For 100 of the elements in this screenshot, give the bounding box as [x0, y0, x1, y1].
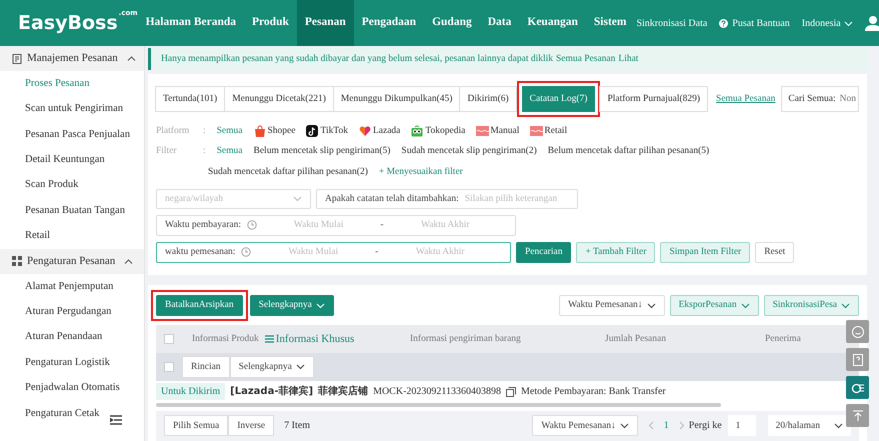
colon: :: [203, 125, 206, 138]
checkbox[interactable]: [164, 334, 174, 344]
order-tab[interactable]: Tertunda(101): [155, 86, 226, 112]
nav-tab[interactable]: Gudang: [424, 0, 480, 46]
all-orders-link[interactable]: Semua Pesanan: [556, 52, 616, 66]
sort-select[interactable]: Waktu Pemesanan↓: [532, 415, 638, 436]
language-select[interactable]: Indonesia: [802, 16, 853, 30]
column-header-link[interactable]: Informasi Khusus: [264, 330, 404, 347]
store-name: [Lazada-菲律宾]: [230, 384, 314, 400]
nav-tab[interactable]: Pengadaan: [354, 0, 424, 46]
help-book-icon: [850, 352, 864, 366]
order-tab[interactable]: Menunggu Dikumpulkan(45): [332, 86, 460, 112]
checkbox[interactable]: [164, 362, 174, 372]
nav-tab[interactable]: Data: [480, 0, 520, 46]
date-range-field[interactable]: waktu pemesanan: Waktu Mulai - Waktu Akhir: [156, 242, 511, 263]
help-link[interactable]: Pusat Bantuan: [719, 16, 790, 30]
filter-button[interactable]: Reset: [755, 242, 794, 263]
collapse-menu-icon[interactable]: [110, 415, 122, 425]
order-tab[interactable]: Dikirim(6): [459, 86, 517, 112]
platform-option[interactable]: TikTok: [306, 124, 348, 138]
sidebar-item[interactable]: Pengaturan Cetak: [0, 400, 144, 426]
sidebar-item[interactable]: Scan Produk: [0, 172, 144, 198]
page-number[interactable]: 1: [664, 418, 669, 434]
chevron-down-icon: [316, 302, 325, 309]
platform-option[interactable]: Semua: [216, 124, 242, 138]
chevron-down-icon: [646, 302, 656, 309]
store-icon: [530, 125, 544, 138]
logo: EasyBoss: [18, 10, 118, 36]
filter-option[interactable]: Belum mencetak slip pengiriman(5): [254, 144, 390, 158]
grid-icon: [12, 256, 22, 266]
nav-tab[interactable]: Produk: [244, 0, 297, 46]
next-page-icon[interactable]: [678, 421, 685, 430]
action-button[interactable]: Selengkapnya: [250, 294, 334, 316]
user-icon[interactable]: [864, 15, 879, 31]
inverse-button[interactable]: Inverse: [228, 415, 274, 436]
smile-icon: [850, 324, 864, 338]
platform-option[interactable]: Lazada: [358, 124, 400, 138]
help-book-button[interactable]: [846, 348, 869, 371]
column-header: Informasi pengiriman barang: [409, 332, 522, 346]
action-button[interactable]: BatalkanArsipkan: [156, 294, 243, 316]
nav-tab[interactable]: Pesanan: [296, 0, 354, 46]
search-label: Cari Semua:: [788, 92, 836, 106]
sort-select[interactable]: Waktu Pemesanan↓: [559, 294, 665, 316]
sidebar-item[interactable]: Alamat Penjemputan: [0, 274, 144, 300]
filter-option[interactable]: Sudah mencetak daftar pilihan pesanan(2): [208, 164, 368, 179]
platform-option[interactable]: Manual: [476, 124, 520, 138]
help-icon: [719, 18, 728, 28]
platform-option[interactable]: Tokopedia: [411, 124, 466, 138]
sidebar-group[interactable]: Pengaturan Pesanan: [0, 248, 144, 274]
sidebar-group[interactable]: Manajemen Pesanan: [0, 46, 144, 71]
date-range-field[interactable]: Waktu pembayaran: Waktu Mulai - Waktu Akhir: [156, 214, 516, 236]
nav-tab[interactable]: Keuangan: [519, 0, 586, 46]
filter-option[interactable]: Sudah mencetak slip pengiriman(2): [401, 144, 537, 158]
dropdown-button[interactable]: SinkronisasiPesa: [764, 294, 859, 316]
filter-button[interactable]: + Tambah Filter: [576, 242, 656, 263]
nav-tab[interactable]: Sistem: [586, 0, 634, 46]
order-tab[interactable]: Menunggu Dicetak(221): [224, 86, 334, 112]
platform-option[interactable]: Shopee: [254, 124, 296, 138]
copy-icon[interactable]: [506, 386, 516, 397]
select-all-button[interactable]: Pilih Semua: [164, 415, 228, 436]
sidebar-item[interactable]: Aturan Penandaan: [0, 324, 144, 350]
all-orders-link[interactable]: Semua Pesanan: [716, 92, 776, 106]
filter-button[interactable]: Simpan Item Filter: [660, 242, 750, 263]
previous-page-icon[interactable]: [648, 421, 654, 430]
order-id: MOCK-2023092113360403898: [373, 385, 502, 400]
sidebar-item[interactable]: Pesanan Buatan Tangan: [0, 198, 144, 224]
sidebar-item[interactable]: Pengaturan Logistik: [0, 350, 144, 376]
music-note-icon: [306, 125, 320, 138]
feedback-button[interactable]: [846, 320, 869, 343]
filter-option[interactable]: Belum mencetak daftar pilihan pesanan(5): [548, 144, 710, 158]
chevron-down-icon: [740, 302, 750, 309]
scroll-top-button[interactable]: [846, 404, 869, 427]
store-icon: [476, 125, 490, 138]
item-count: 7 Item: [284, 419, 310, 434]
sidebar-item[interactable]: Proses Pesanan: [0, 71, 144, 96]
order-tab[interactable]: Catatan Log(7): [522, 86, 596, 112]
chevron-down-icon: [296, 363, 305, 370]
sync-link[interactable]: Sinkronisasi Data: [636, 16, 708, 30]
filter-option[interactable]: Semua: [216, 144, 242, 158]
filter-label: Filter: [156, 145, 178, 158]
page-size-select[interactable]: 20/halaman: [768, 415, 851, 436]
note-select[interactable]: Apakah catatan telah ditambahkan: Silakan pilih keterangan: [316, 188, 578, 209]
sidebar-item[interactable]: Detail Keuntungan: [0, 147, 144, 173]
group-label: Pengaturan Pesanan: [27, 254, 116, 269]
details-button[interactable]: Rincian: [182, 356, 230, 378]
page-input[interactable]: 1: [728, 415, 756, 436]
list-button[interactable]: [846, 376, 869, 399]
sidebar-item[interactable]: Penjadwalan Otomatis: [0, 375, 144, 401]
column-header: Informasi Produk: [192, 332, 259, 346]
customize-filter-link[interactable]: + Menyesuaikan filter: [378, 164, 463, 179]
sidebar-item[interactable]: Aturan Pergudangan: [0, 299, 144, 325]
sidebar-item[interactable]: Scan untuk Pengiriman: [0, 96, 144, 122]
more-dropdown[interactable]: Selengkapnya: [230, 356, 314, 378]
sidebar-item[interactable]: Retail: [0, 223, 144, 249]
filter-button[interactable]: Pencarian: [516, 242, 572, 263]
dropdown-button[interactable]: EksporPesanan: [670, 294, 759, 316]
order-tab[interactable]: Platform Purnajual(829): [599, 86, 708, 112]
platform-option[interactable]: Retail: [530, 124, 568, 138]
sidebar-item[interactable]: Pesanan Pasca Penjualan: [0, 122, 144, 148]
nav-tab[interactable]: Halaman Beranda: [138, 0, 244, 46]
